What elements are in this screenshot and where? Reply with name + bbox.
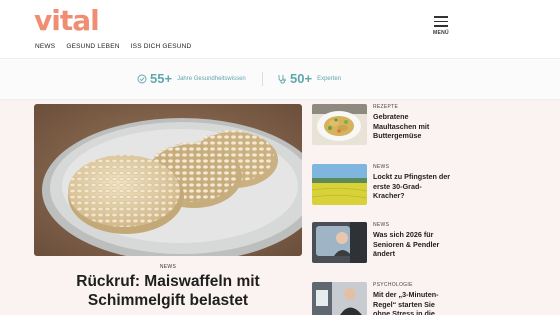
hamburger-icon [434, 16, 448, 18]
side-article-thumbnail [312, 222, 367, 263]
menu-label: MENÜ [433, 29, 449, 36]
side-article-thumbnail [312, 282, 367, 315]
stat-experts: 50+ Experten [277, 71, 341, 86]
stat-experts-label: Experten [317, 75, 342, 82]
site-header: vital MENÜ NEWS GESUND LEBEN ISS DICH GE… [0, 0, 560, 58]
side-article-category: NEWS [373, 222, 390, 228]
site-logo[interactable]: vital [34, 4, 100, 37]
side-article-category: PSYCHOLOGIE [373, 282, 413, 288]
nav-item-iss-dich-gesund[interactable]: ISS DICH GESUND [131, 43, 192, 50]
stats-strip: 55+ Jahre Gesundheitswissen 50+ Experten [0, 58, 560, 100]
nav-item-news[interactable]: NEWS [35, 43, 55, 50]
hero-image[interactable] [34, 104, 302, 256]
nav-item-gesund-leben[interactable]: GESUND LEBEN [66, 43, 119, 50]
stat-years-label: Jahre Gesundheitswissen [177, 75, 246, 82]
side-article-category: REZEPTE [373, 104, 399, 110]
stats-divider [262, 72, 263, 86]
side-article[interactable]: REZEPTE Gebratene Maultaschen mit Butter… [312, 104, 452, 148]
side-article-category: NEWS [373, 164, 390, 170]
main-nav: NEWS GESUND LEBEN ISS DICH GESUND [35, 43, 191, 50]
stat-years: 55+ Jahre Gesundheitswissen [137, 71, 246, 86]
hero-headline[interactable]: Rückruf: Maiswaffeln mit Schimmelgift be… [34, 272, 302, 310]
side-article-title: Was sich 2026 für Senioren & Pendler änd… [373, 230, 440, 258]
menu-button[interactable]: MENÜ [430, 16, 452, 36]
stethoscope-icon [278, 74, 286, 83]
content-area: NEWS Rückruf: Maiswaffeln mit Schimmelgi… [0, 100, 560, 315]
hamburger-icon-bar [434, 25, 448, 27]
side-article[interactable]: PSYCHOLOGIE Mit der „3-Minuten-Regel“ st… [312, 282, 452, 315]
check-badge-icon [137, 74, 147, 83]
side-article[interactable]: NEWS Was sich 2026 für Senioren & Pendle… [312, 222, 452, 266]
side-article-thumbnail [312, 104, 367, 145]
side-article[interactable]: NEWS Lockt zu Pfingsten der erste 30-Gra… [312, 164, 452, 208]
hamburger-icon-bar [434, 20, 448, 22]
side-article-title: Gebratene Maultaschen mit Buttergemüse [373, 112, 430, 140]
side-article-title: Lockt zu Pfingsten der erste 30-Grad-Kra… [373, 172, 451, 200]
stat-experts-value: 50+ [290, 71, 313, 86]
hero-category[interactable]: NEWS [0, 264, 336, 270]
stat-years-value: 55+ [150, 71, 173, 86]
side-article-thumbnail [312, 164, 367, 205]
side-article-title: Mit der „3-Minuten-Regel“ starten Sie oh… [373, 290, 439, 315]
